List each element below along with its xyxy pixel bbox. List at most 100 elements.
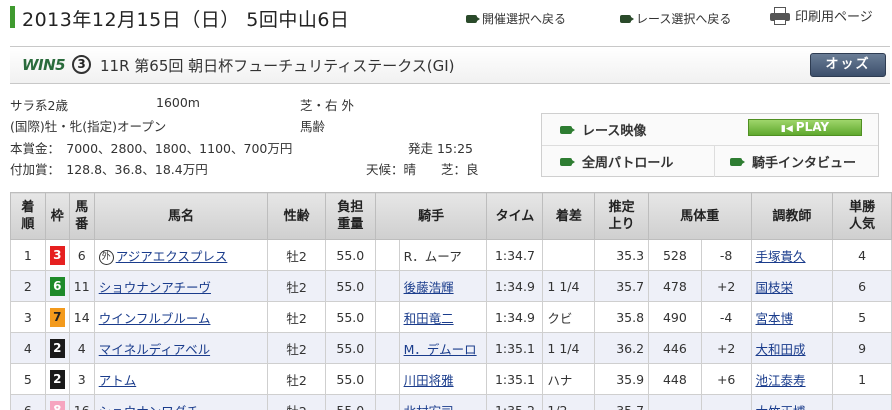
weight-cell: 55.0	[324, 332, 376, 364]
trainer-link[interactable]: 国枝栄	[756, 280, 794, 295]
patrol-video-link[interactable]: 全周パトロール	[560, 146, 673, 177]
jockey-cell: 和田竜二	[398, 301, 488, 333]
waku-cell: 7	[44, 301, 70, 333]
weight-cell: 55.0	[324, 270, 376, 302]
horse-name-cell: 外アジアエクスプレス	[93, 239, 269, 271]
play-button[interactable]: ▮◀ PLAY	[748, 119, 862, 136]
jockey-mark-cell	[374, 301, 400, 333]
trainer-cell: 国枝栄	[750, 270, 834, 302]
weight-cell: 55.0	[324, 363, 376, 395]
table-header-row: 着順 枠 馬番 馬名 性齢 負担重量 騎手 タイム 着差 推定上り 馬体重 調教…	[10, 192, 892, 240]
video-camera-icon	[560, 125, 575, 134]
last3f-cell: 35.8	[594, 301, 650, 333]
waku-cell: 3	[44, 239, 70, 271]
horse-name-link[interactable]: ショウナンアチーヴ	[99, 280, 211, 295]
video-camera-icon	[466, 14, 480, 23]
jockey-link[interactable]: 北村宏司	[404, 404, 454, 410]
back-to-meeting-label: 開催選択へ戻る	[482, 12, 567, 26]
jockey-cell: M．デムーロ	[398, 332, 488, 364]
jockey-cell: 川田将雅	[398, 363, 488, 395]
horse-name-cell: アトム	[93, 363, 269, 395]
jockey-link[interactable]: 川田将雅	[404, 373, 454, 388]
sex-age-cell: 牡2	[267, 363, 326, 395]
back-to-meeting-link[interactable]: 開催選択へ戻る	[466, 10, 566, 27]
weight-cell: 55.0	[324, 301, 376, 333]
trainer-cell: 宮本博	[750, 301, 834, 333]
jockey-interview-label: 騎手インタビュー	[752, 156, 857, 171]
horse-name-link[interactable]: アジアエクスプレス	[116, 249, 228, 264]
sex-age-cell: 牡2	[267, 332, 326, 364]
body-weight-diff-cell: -8	[700, 239, 752, 271]
weight-cell: 55.0	[324, 394, 376, 410]
header-popularity: 単勝人気	[832, 192, 892, 240]
trainer-link[interactable]: 宮本博	[756, 311, 794, 326]
jockey-cell: 後藤浩輝	[398, 270, 488, 302]
win5-logo: WIN5	[22, 56, 66, 74]
umaban-cell: 11	[68, 270, 95, 302]
last3f-cell: 36.2	[594, 332, 650, 364]
win5-leg-number: 3	[72, 55, 91, 74]
foreign-horse-marker: 外	[98, 249, 114, 265]
time-cell: 1:35.2	[486, 394, 544, 410]
waku-cell: 8	[44, 394, 70, 410]
table-row: 5 2 3 アトム 牡2 55.0 川田将雅 1:35.1 ハナ 35.9 448 +6 池江泰寿 1	[10, 363, 892, 395]
race-course: 芝・右 外	[300, 98, 354, 113]
header-horse-name: 馬名	[93, 192, 269, 240]
horse-name-link[interactable]: アトム	[99, 373, 137, 388]
jockey-mark-cell	[374, 332, 400, 364]
rank-cell: 4	[10, 332, 46, 364]
jockey-link[interactable]: 和田竜二	[404, 311, 454, 326]
video-camera-icon	[730, 157, 745, 166]
back-to-race-label: レース選択へ戻る	[636, 12, 732, 26]
rank-cell: 3	[10, 301, 46, 333]
race-category: サラ系2歳	[10, 98, 68, 113]
horse-name-link[interactable]: ウインフルブルーム	[99, 311, 211, 326]
body-weight-diff-cell	[700, 394, 752, 410]
race-video-label: レース映像	[582, 124, 647, 139]
popularity-cell	[832, 394, 892, 410]
rank-cell: 6	[10, 394, 46, 410]
horse-name-link[interactable]: ショウナンワダチ	[99, 404, 199, 410]
margin-cell	[542, 239, 596, 271]
print-page-link[interactable]: 印刷用ページ	[770, 6, 873, 25]
horse-name-cell: マイネルディアベル	[93, 332, 269, 364]
header-body-weight: 馬体重	[648, 192, 752, 240]
header-sex-age: 性齢	[267, 192, 326, 240]
time-cell: 1:35.1	[486, 332, 544, 364]
race-title: 11R 第65回 朝日杯フューチュリティステークス(GI)	[100, 57, 455, 75]
odds-button[interactable]: オッズ	[810, 53, 886, 77]
jockey-link: R．ムーア	[403, 248, 462, 264]
horse-name-link[interactable]: マイネルディアベル	[99, 342, 210, 357]
trainer-cell: 大竹正博	[750, 394, 834, 410]
body-weight-cell: 448	[648, 363, 702, 395]
table-row: 2 6 11 ショウナンアチーヴ 牡2 55.0 後藤浩輝 1:34.9 1 1/4 35.7 47…	[10, 270, 892, 302]
last3f-cell: 35.7	[594, 394, 650, 410]
race-conditions: (国際)牡・牝(指定)オープン	[10, 119, 167, 134]
popularity-cell: 6	[832, 270, 892, 302]
margin-cell: ハナ	[542, 363, 596, 395]
jockey-link[interactable]: 後藤浩輝	[404, 280, 454, 295]
body-weight-diff-cell: +2	[700, 270, 752, 302]
jockey-mark-cell	[374, 239, 400, 271]
sex-age-cell: 牡2	[267, 301, 326, 333]
jockey-interview-link[interactable]: 騎手インタビュー	[730, 146, 856, 177]
trainer-link[interactable]: 大竹正博	[756, 404, 806, 410]
header-trainer: 調教師	[750, 192, 834, 240]
trainer-link[interactable]: 大和田成	[756, 342, 806, 357]
weather-track: 天候：晴 芝：良	[366, 162, 479, 177]
added-prize: 付加賞： 128.8、36.8、18.4万円	[10, 162, 208, 177]
last3f-cell: 35.7	[594, 270, 650, 302]
last3f-cell: 35.9	[594, 363, 650, 395]
trainer-cell: 池江泰寿	[750, 363, 834, 395]
body-weight-diff-cell: +2	[700, 332, 752, 364]
header-time: タイム	[486, 192, 544, 240]
trainer-link[interactable]: 手塚貴久	[756, 249, 806, 264]
jockey-link[interactable]: M．デムーロ	[404, 342, 477, 357]
trainer-link[interactable]: 池江泰寿	[756, 373, 806, 388]
header-weight: 負担重量	[324, 192, 376, 240]
back-to-race-link[interactable]: レース選択へ戻る	[620, 10, 731, 27]
margin-cell: 1 1/4	[542, 270, 596, 302]
waku-cell: 2	[44, 363, 70, 395]
body-weight-cell: 528	[648, 239, 702, 271]
body-weight-diff-cell: +6	[700, 363, 752, 395]
